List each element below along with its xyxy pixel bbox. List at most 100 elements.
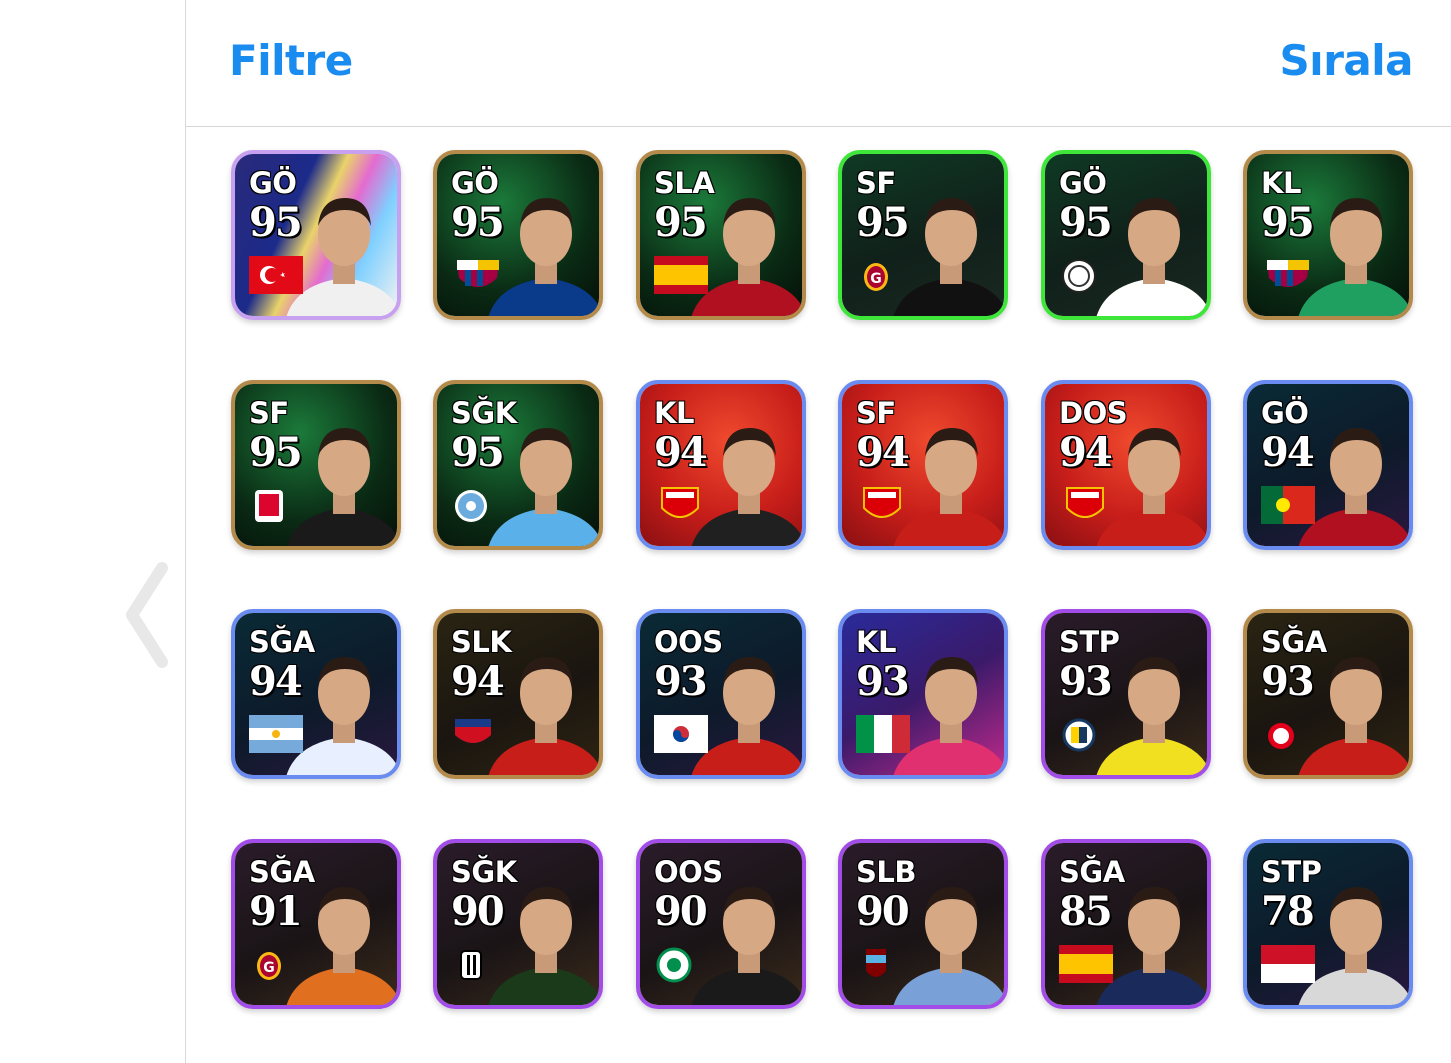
player-portrait (286, 198, 397, 316)
player-card[interactable]: SLA 95 (636, 150, 806, 320)
player-portrait (286, 428, 397, 546)
club-crest-blue-icon (451, 486, 505, 524)
player-portrait (1298, 198, 1409, 316)
player-rating: 94 (249, 658, 303, 705)
player-position: DOS (1059, 396, 1128, 430)
player-rating: 95 (856, 199, 910, 246)
player-card[interactable]: OOS 93 (636, 609, 806, 779)
player-position: SLB (856, 855, 916, 889)
player-rating: 93 (1059, 658, 1113, 705)
player-position: OOS (654, 625, 723, 659)
club-trabzonspor-icon (856, 945, 910, 983)
player-position: SĞA (1059, 855, 1125, 889)
player-card[interactable]: SĞK 90 (433, 839, 603, 1009)
player-card[interactable]: SĞA 91 G (231, 839, 401, 1009)
svg-text:G: G (870, 271, 882, 287)
player-position: SF (856, 166, 896, 200)
player-card[interactable]: GÖ 94 (1243, 380, 1413, 550)
player-card[interactable]: STP 93 (1041, 609, 1211, 779)
player-rating: 95 (249, 429, 303, 476)
player-position: SF (856, 396, 896, 430)
flag-indonesia-icon (1261, 945, 1315, 983)
player-card[interactable]: SLK 94 (433, 609, 603, 779)
player-card[interactable]: KL 94 (636, 380, 806, 550)
player-card[interactable]: SF 95 (231, 380, 401, 550)
player-position: SĞK (451, 855, 517, 889)
club-rizespor-icon (654, 945, 708, 983)
player-rating: 90 (654, 888, 708, 935)
player-portrait (1298, 428, 1409, 546)
player-card[interactable]: SLB 90 (838, 839, 1008, 1009)
chevron-left-icon[interactable] (118, 560, 174, 670)
flag-argentina-icon (249, 715, 303, 753)
player-card[interactable]: KL 93 (838, 609, 1008, 779)
left-sidebar (0, 0, 186, 1063)
club-besiktas-icon (451, 945, 505, 983)
player-rating: 94 (856, 429, 910, 476)
player-card[interactable]: SĞA 85 (1041, 839, 1211, 1009)
club-crest-red-icon (249, 486, 303, 524)
player-card[interactable]: SĞK 95 (433, 380, 603, 550)
club-arsenal-icon (654, 486, 708, 524)
player-position: STP (1261, 855, 1322, 889)
player-position: GÖ (249, 166, 297, 200)
sort-button[interactable]: Sırala (1280, 36, 1414, 85)
flag-spain-icon (1059, 945, 1113, 983)
player-rating: 90 (856, 888, 910, 935)
player-portrait (488, 198, 599, 316)
player-rating: 95 (451, 199, 505, 246)
club-arsenal-icon (1059, 486, 1113, 524)
player-position: KL (856, 625, 896, 659)
club-barcelona-icon (1261, 256, 1315, 294)
player-card[interactable]: GÖ 95 (433, 150, 603, 320)
player-position: GÖ (1261, 396, 1309, 430)
player-position: GÖ (451, 166, 499, 200)
player-rating: 95 (451, 429, 505, 476)
player-card[interactable]: KL 95 (1243, 150, 1413, 320)
player-position: SĞK (451, 396, 517, 430)
player-portrait (893, 198, 1004, 316)
club-barcelona-icon (451, 256, 505, 294)
player-portrait (893, 428, 1004, 546)
club-crest-mdrw-icon (451, 715, 505, 753)
player-card[interactable]: SĞA 94 (231, 609, 401, 779)
player-position: GÖ (1059, 166, 1107, 200)
player-card[interactable]: GÖ 95 (231, 150, 401, 320)
player-rating: 94 (1059, 429, 1113, 476)
player-position: OOS (654, 855, 723, 889)
player-card[interactable]: SĞA 93 (1243, 609, 1413, 779)
player-rating: 95 (249, 199, 303, 246)
player-rating: 95 (1059, 199, 1113, 246)
player-position: STP (1059, 625, 1120, 659)
flag-korea-icon (654, 715, 708, 753)
player-portrait (691, 428, 802, 546)
player-rating: 91 (249, 888, 303, 935)
flag-turkey-icon (249, 256, 303, 294)
player-portrait (893, 657, 1004, 775)
club-fenerbahce-icon (1059, 715, 1113, 753)
player-position: KL (1261, 166, 1301, 200)
club-arsenal-icon (856, 486, 910, 524)
player-rating: 93 (856, 658, 910, 705)
player-rating: 93 (654, 658, 708, 705)
player-position: SLA (654, 166, 715, 200)
player-card[interactable]: STP 78 (1243, 839, 1413, 1009)
svg-text:G: G (263, 960, 275, 976)
player-rating: 90 (451, 888, 505, 935)
header-bar: Filtre Sırala (186, 0, 1451, 127)
player-card[interactable]: SF 94 (838, 380, 1008, 550)
player-position: SF (249, 396, 289, 430)
player-card[interactable]: OOS 90 (636, 839, 806, 1009)
player-position: SĞA (249, 855, 315, 889)
player-rating: 85 (1059, 888, 1113, 935)
player-position: SLK (451, 625, 512, 659)
club-crest-white-icon (1059, 256, 1113, 294)
player-rating: 95 (1261, 199, 1315, 246)
player-card[interactable]: GÖ 95 (1041, 150, 1211, 320)
flag-portugal-icon (1261, 486, 1315, 524)
player-rating: 78 (1261, 888, 1315, 935)
filter-button[interactable]: Filtre (229, 36, 353, 85)
player-rating: 94 (654, 429, 708, 476)
player-card[interactable]: DOS 94 (1041, 380, 1211, 550)
player-card[interactable]: SF 95 G (838, 150, 1008, 320)
